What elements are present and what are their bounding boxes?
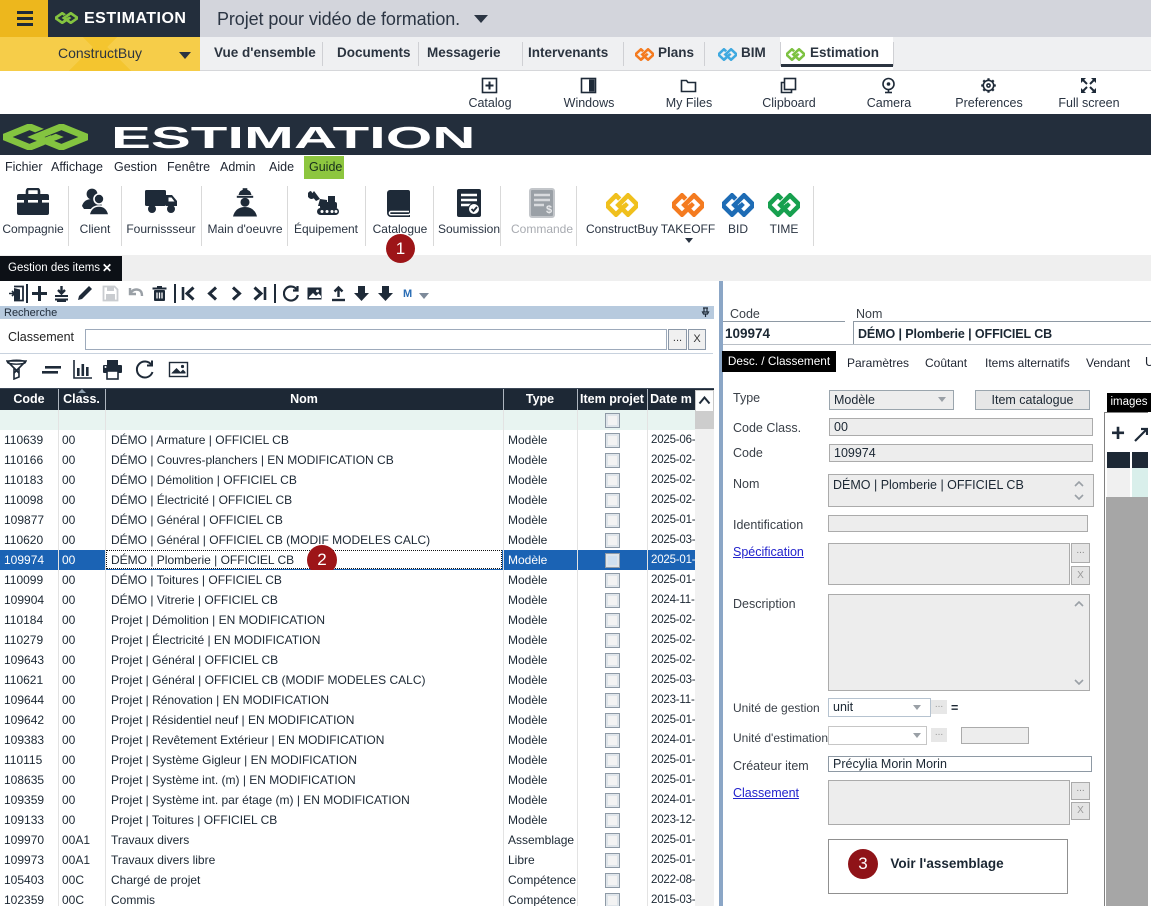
svg-text:$: $ xyxy=(546,204,552,216)
